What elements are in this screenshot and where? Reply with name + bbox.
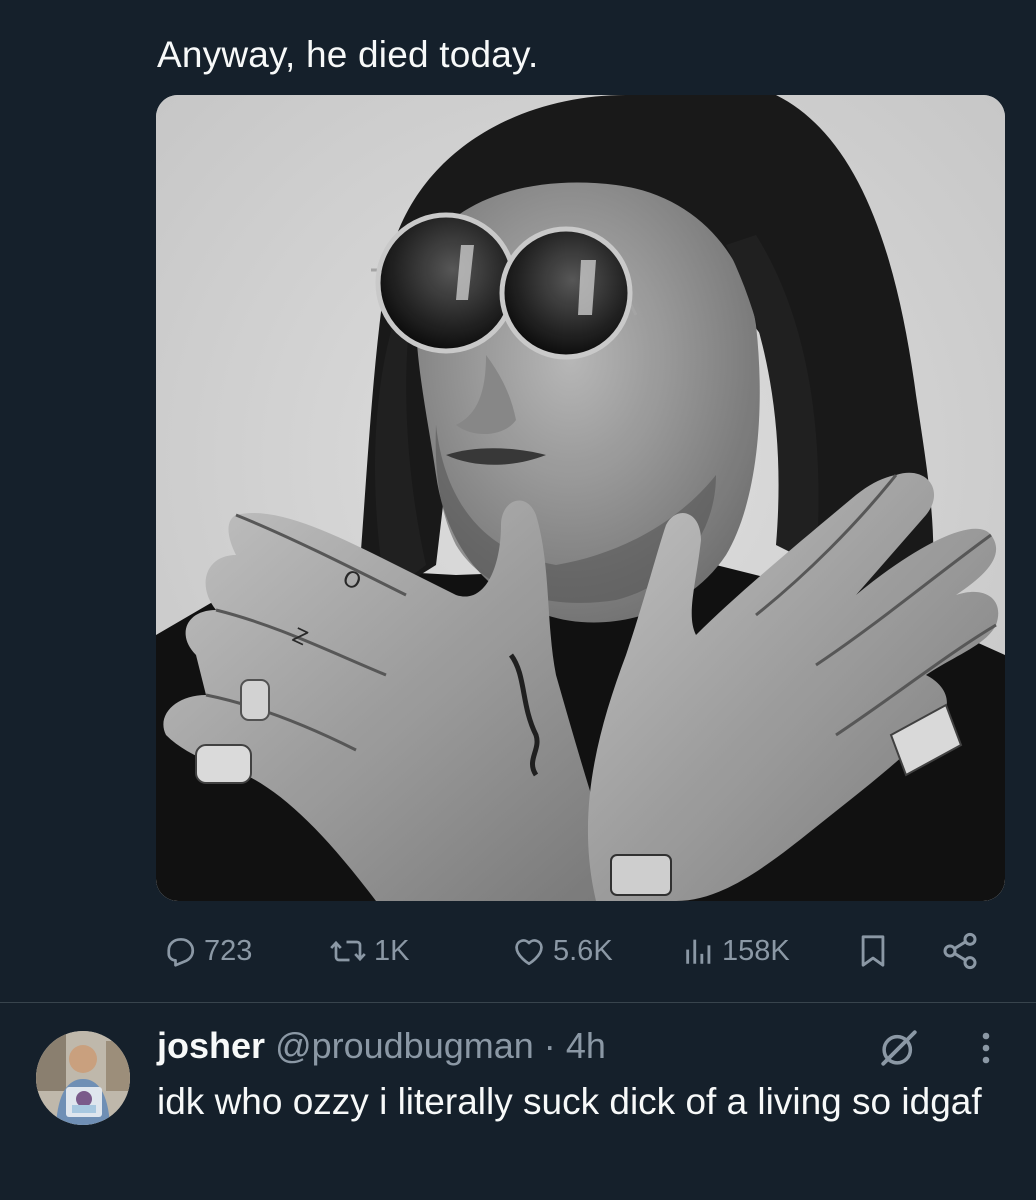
share-icon <box>943 932 977 970</box>
reply-timestamp[interactable]: 4h <box>566 1025 606 1066</box>
reply-author-name[interactable]: josher <box>157 1025 265 1066</box>
tweet-actions: 723 1K 5.6K 158K <box>156 928 986 974</box>
share-button[interactable] <box>940 928 980 974</box>
reply-text: idk who ozzy i literally suck dick of a … <box>157 1081 982 1122</box>
reply-icon <box>167 938 195 967</box>
like-icon <box>515 939 543 966</box>
repost-icon <box>330 940 366 962</box>
views-button[interactable]: 158K <box>682 928 790 974</box>
reply-button[interactable]: 723 <box>162 928 252 974</box>
reply-author-handle[interactable]: @proudbugman <box>275 1025 534 1066</box>
bookmark-icon <box>861 935 885 967</box>
tweet-photo[interactable]: O Z <box>156 95 1005 901</box>
avatar-image <box>36 1031 130 1125</box>
like-count: 5.6K <box>553 934 613 967</box>
views-count: 158K <box>722 934 790 967</box>
views-icon <box>686 939 711 964</box>
avatar[interactable] <box>36 1031 130 1125</box>
more-icon[interactable] <box>968 1027 1004 1069</box>
tweet-text: Anyway, he died today. <box>157 34 539 75</box>
reply-header: josher @proudbugman · 4h <box>157 1023 606 1069</box>
reply-tweet[interactable]: josher @proudbugman · 4h idk who ozzy i … <box>0 1003 1036 1200</box>
like-button[interactable]: 5.6K <box>511 928 613 974</box>
reply-count: 723 <box>204 934 253 967</box>
bookmark-button[interactable] <box>856 928 890 974</box>
reply-separator: · <box>543 1025 556 1066</box>
repost-button[interactable]: 1K <box>328 928 409 974</box>
photo-image: O Z <box>156 95 1005 901</box>
repost-count: 1K <box>374 934 410 967</box>
grok-icon[interactable] <box>878 1027 920 1069</box>
